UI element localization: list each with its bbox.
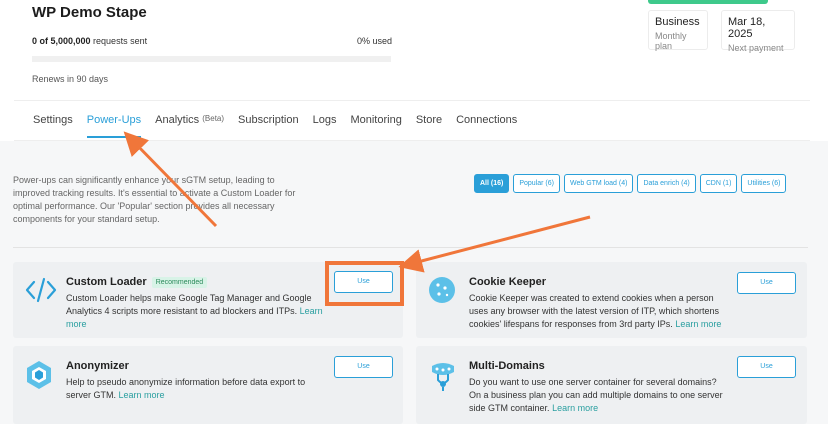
page-title: WP Demo Stape: [32, 4, 147, 21]
learn-more-link[interactable]: Learn more: [675, 319, 721, 329]
filter-web-gtm-load[interactable]: Web GTM load (4): [563, 174, 634, 193]
hexagon-icon: [25, 360, 53, 389]
tab-settings[interactable]: Settings: [33, 114, 73, 138]
learn-more-link[interactable]: Learn more: [119, 390, 165, 400]
tab-analytics[interactable]: Analytics (Beta): [155, 114, 224, 138]
card-description-text: Help to pseudo anonymize information bef…: [66, 377, 306, 400]
card-title: Multi-Domains: [469, 360, 545, 372]
divider: [14, 100, 810, 101]
multi-domain-icon: [428, 360, 456, 391]
card-title-text: Custom Loader: [66, 276, 147, 288]
tab-monitoring[interactable]: Monitoring: [350, 114, 401, 138]
next-payment-label: Next payment: [728, 43, 784, 53]
learn-more-link[interactable]: Learn more: [552, 403, 598, 413]
filter-cdn[interactable]: CDN (1): [699, 174, 738, 193]
card-title: Anonymizer: [66, 360, 129, 372]
filter-bar: All (16) Popular (6) Web GTM load (4) Da…: [474, 174, 787, 193]
filter-all[interactable]: All (16): [474, 174, 510, 193]
tab-store[interactable]: Store: [416, 114, 442, 138]
card-description: Help to pseudo anonymize information bef…: [66, 376, 326, 402]
card-description: Cookie Keeper was created to extend cook…: [469, 292, 729, 331]
use-button[interactable]: Use: [737, 356, 796, 378]
requests-suffix: requests sent: [90, 36, 148, 46]
tab-power-ups[interactable]: Power-Ups: [86, 114, 142, 138]
tab-connections[interactable]: Connections: [456, 114, 517, 138]
power-ups-intro: Power-ups can significantly enhance your…: [13, 175, 296, 224]
upgrade-button-strip[interactable]: [648, 0, 768, 4]
use-button[interactable]: Use: [737, 272, 796, 294]
code-icon: [25, 276, 57, 304]
card-description: Do you want to use one server container …: [469, 376, 729, 415]
section-divider: [13, 247, 808, 248]
tab-analytics-label: Analytics: [155, 114, 200, 126]
cookie-icon: [428, 276, 456, 304]
card-description-text: Custom Loader helps make Google Tag Mana…: [66, 293, 312, 316]
usage-percent: 0% used: [357, 36, 393, 46]
next-payment-value: Mar 18, 2025: [728, 16, 766, 40]
tab-bar: Settings Power-Ups Analytics (Beta) Subs…: [33, 114, 531, 138]
requests-sent: 0 of 5,000,000 requests sent: [32, 36, 147, 46]
card-description: Custom Loader helps make Google Tag Mana…: [66, 292, 326, 331]
plan-value: Business: [655, 16, 700, 28]
use-button[interactable]: Use: [334, 356, 393, 378]
tab-logs[interactable]: Logs: [313, 114, 337, 138]
power-up-card-multi-domains: Multi-Domains Do you want to use one ser…: [416, 346, 807, 424]
card-title: Custom Loader Recommended: [66, 276, 208, 288]
renews-text: Renews in 90 days: [32, 74, 109, 84]
plan-label: Monthly plan: [655, 31, 687, 51]
card-title: Cookie Keeper: [469, 276, 547, 288]
power-up-card-cookie-keeper: Cookie Keeper Cookie Keeper was created …: [416, 262, 807, 338]
requests-count: 0 of 5,000,000: [32, 36, 91, 46]
next-payment-card: Mar 18, 2025 Next payment: [721, 10, 795, 53]
beta-label: (Beta): [202, 114, 225, 123]
filter-data-enrich[interactable]: Data enrich (4): [637, 174, 696, 193]
usage-progress-bar: [32, 56, 391, 62]
annotation-highlight-box: [325, 261, 404, 306]
recommended-badge: Recommended: [151, 277, 208, 288]
filter-utilities[interactable]: Utilities (6): [741, 174, 787, 193]
filter-popular[interactable]: Popular (6): [513, 174, 560, 193]
tab-subscription[interactable]: Subscription: [238, 114, 299, 138]
plan-card: Business Monthly plan: [648, 10, 708, 51]
power-up-card-anonymizer: Anonymizer Help to pseudo anonymize info…: [13, 346, 403, 424]
